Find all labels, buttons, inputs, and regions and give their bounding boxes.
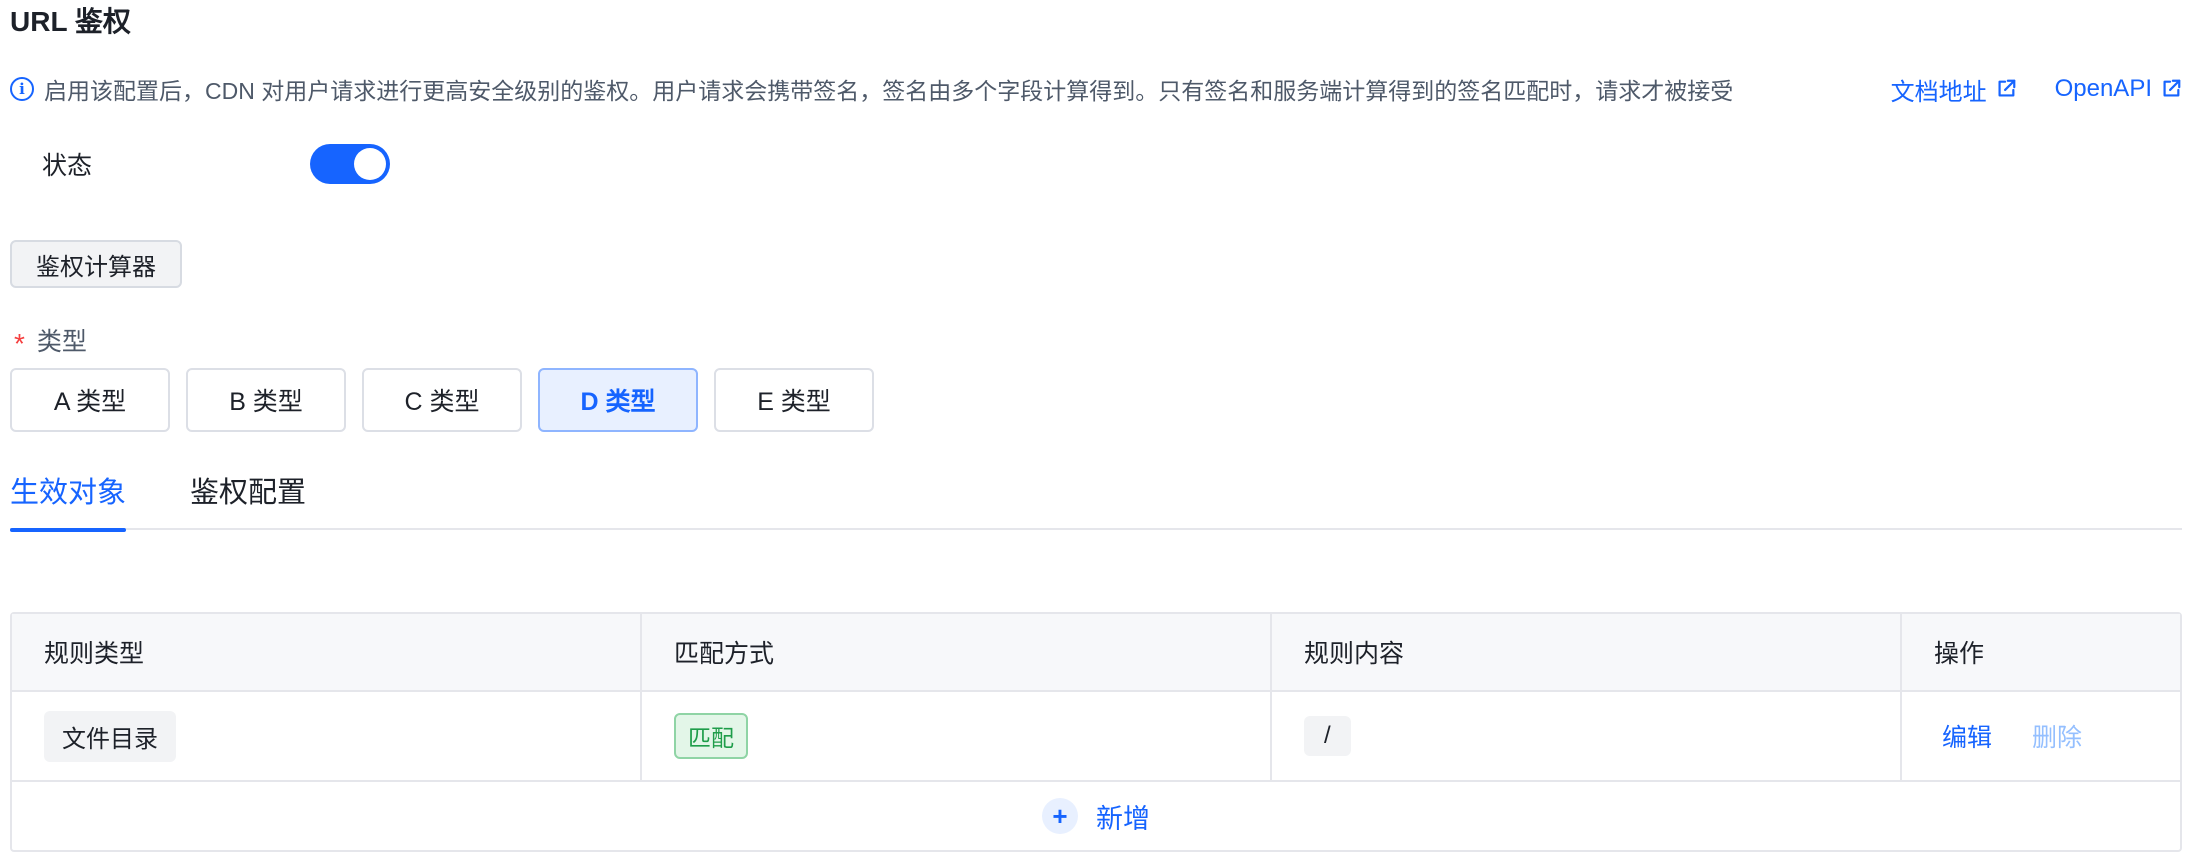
- delete-button[interactable]: 删除: [2032, 718, 2082, 754]
- docs-link-label: 文档地址: [1890, 78, 1987, 106]
- info-text: 启用该配置后，CDN 对用户请求进行更高安全级别的鉴权。用户请求会携带签名，签名…: [44, 78, 1734, 104]
- page-title: URL 鉴权: [10, 6, 131, 37]
- plus-icon: +: [1042, 798, 1078, 834]
- type-label-text: 类型: [36, 328, 87, 356]
- match-tag: 匹配: [674, 713, 748, 759]
- tab-auth-config[interactable]: 鉴权配置: [190, 470, 306, 530]
- type-option-b[interactable]: B 类型: [186, 368, 346, 432]
- status-switch[interactable]: [310, 144, 390, 184]
- info-icon: i: [10, 77, 34, 101]
- type-option-d[interactable]: D 类型: [538, 368, 698, 432]
- rule-type-cell: 文件目录: [12, 692, 642, 780]
- type-option-a[interactable]: A 类型: [10, 368, 170, 432]
- rules-table: 规则类型 匹配方式 规则内容 操作 文件目录 匹配 / 编辑 删除 + 新增: [10, 612, 2182, 852]
- tab-bar: 生效对象 鉴权配置: [10, 470, 2182, 532]
- type-option-e[interactable]: E 类型: [714, 368, 874, 432]
- external-link-icon: [1998, 79, 2015, 97]
- info-links: 文档地址 OpenAPI: [1891, 72, 2182, 107]
- content-cell: /: [1272, 692, 1902, 780]
- edit-button[interactable]: 编辑: [1942, 718, 1992, 754]
- openapi-link[interactable]: OpenAPI: [2055, 72, 2182, 107]
- column-header-rule-type: 规则类型: [12, 614, 642, 690]
- external-link-icon: [2163, 79, 2181, 97]
- content-tag: /: [1304, 716, 1351, 756]
- tab-effective-objects[interactable]: 生效对象: [10, 470, 127, 532]
- column-header-content: 规则内容: [1272, 614, 1902, 690]
- type-option-c[interactable]: C 类型: [362, 368, 522, 432]
- switch-knob: [354, 148, 386, 180]
- add-rule-label: 新增: [1096, 803, 1150, 834]
- actions-cell: 编辑 删除: [1902, 692, 2180, 780]
- status-label: 状态: [42, 152, 93, 180]
- type-field-label: * 类型: [14, 322, 87, 358]
- docs-link[interactable]: 文档地址: [1891, 72, 2017, 107]
- table-header: 规则类型 匹配方式 规则内容 操作: [12, 614, 2180, 692]
- openapi-link-label: OpenAPI: [2054, 75, 2152, 102]
- required-mark: *: [14, 328, 25, 359]
- table-row: 文件目录 匹配 / 编辑 删除: [12, 692, 2180, 782]
- add-rule-button[interactable]: + 新增: [12, 782, 2180, 850]
- match-cell: 匹配: [642, 692, 1272, 780]
- rule-type-tag: 文件目录: [44, 710, 176, 762]
- type-radio-group: A 类型 B 类型 C 类型 D 类型 E 类型: [10, 368, 874, 432]
- info-bar: i 启用该配置后，CDN 对用户请求进行更高安全级别的鉴权。用户请求会携带签名，…: [10, 72, 2182, 106]
- column-header-match: 匹配方式: [642, 614, 1272, 690]
- auth-calculator-button[interactable]: 鉴权计算器: [10, 240, 182, 288]
- status-row: 状态: [42, 142, 390, 186]
- column-header-actions: 操作: [1934, 640, 1985, 668]
